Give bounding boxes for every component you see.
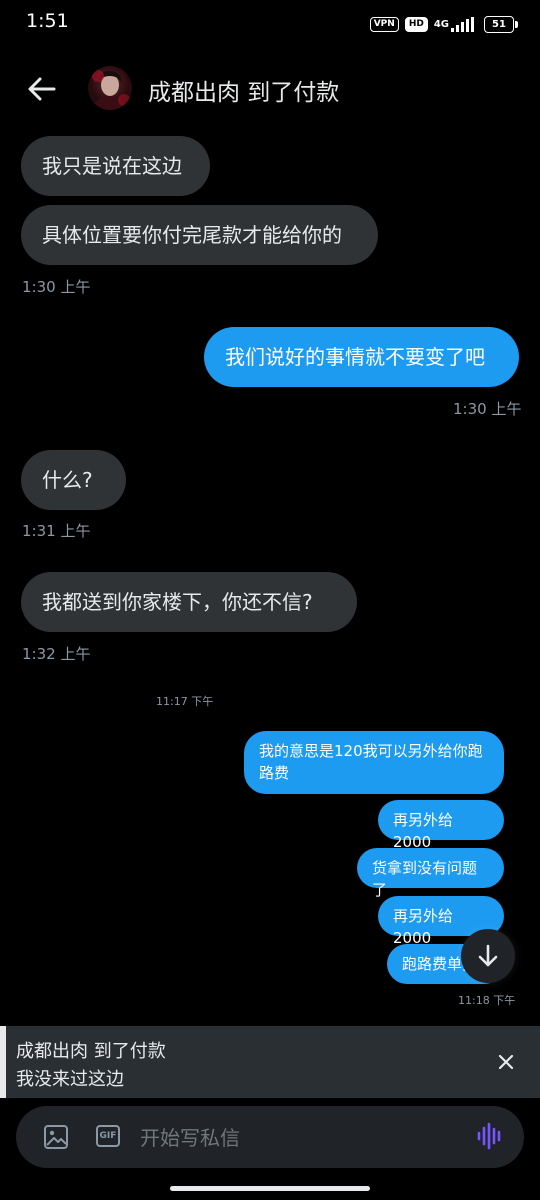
add-image-button[interactable] — [42, 1123, 70, 1151]
message-bubble-outgoing[interactable]: 我的意思是120我可以另外给你跑路费 — [244, 731, 504, 794]
close-icon — [498, 1054, 514, 1070]
message-timestamp: 1:32 上午 — [22, 645, 91, 663]
home-indicator — [170, 1186, 370, 1191]
reply-preview-name: 成都出肉 到了付款 — [16, 1041, 166, 1062]
voice-message-button[interactable] — [476, 1121, 504, 1150]
message-bubble-incoming[interactable]: 我都送到你家楼下，你还不信? — [21, 572, 357, 632]
reply-preview: 成都出肉 到了付款 我没来过这边 — [0, 1026, 540, 1098]
hd-icon: HD — [404, 16, 428, 32]
network-type: 4G — [433, 18, 449, 30]
battery-level: 51 — [492, 18, 506, 30]
scroll-to-bottom-button[interactable] — [461, 929, 515, 983]
message-bubble-outgoing[interactable]: 我们说好的事情就不要变了吧 — [204, 327, 519, 387]
back-arrow-icon — [28, 77, 56, 101]
message-timestamp: 11:17 下午 — [156, 695, 214, 708]
avatar-image — [92, 70, 130, 110]
message-timestamp: 1:31 上午 — [22, 522, 91, 540]
message-timestamp: 1:30 上午 — [453, 400, 522, 418]
battery-icon: 51 — [484, 15, 518, 33]
reply-preview-text: 我没来过这边 — [16, 1069, 124, 1090]
contact-name[interactable]: 成都出肉 到了付款 — [148, 73, 339, 107]
reply-accent-bar — [0, 1026, 6, 1098]
close-reply-button[interactable] — [492, 1048, 520, 1076]
message-timestamp: 1:30 上午 — [22, 278, 91, 296]
status-icons: VPN HD 4G 51 — [369, 14, 518, 34]
message-bubble-incoming[interactable]: 什么? — [21, 450, 126, 510]
message-bubble-outgoing[interactable]: 货拿到没有问题了 — [357, 848, 504, 899]
message-composer: GIF — [16, 1106, 524, 1168]
vpn-icon: VPN — [369, 16, 399, 32]
status-bar: 1:51 VPN HD 4G 51 — [0, 0, 540, 48]
message-bubble-incoming[interactable]: 我只是说在这边 — [21, 136, 210, 196]
signal-icon — [451, 16, 474, 32]
voice-icon — [477, 1122, 501, 1150]
status-time: 1:51 — [26, 10, 69, 32]
avatar[interactable] — [88, 66, 132, 110]
message-input[interactable] — [138, 1122, 462, 1154]
message-bubble-outgoing[interactable]: 再另外给2000 — [378, 800, 504, 851]
message-bubble-incoming[interactable]: 具体位置要你付完尾款才能给你的 — [21, 205, 378, 265]
back-button[interactable] — [26, 74, 58, 104]
conversation-header: 成都出肉 到了付款 — [0, 58, 540, 120]
image-icon — [44, 1125, 68, 1149]
gif-icon[interactable]: GIF — [96, 1125, 120, 1147]
message-timestamp: 11:18 下午 — [458, 994, 516, 1007]
arrow-down-icon — [478, 944, 498, 967]
